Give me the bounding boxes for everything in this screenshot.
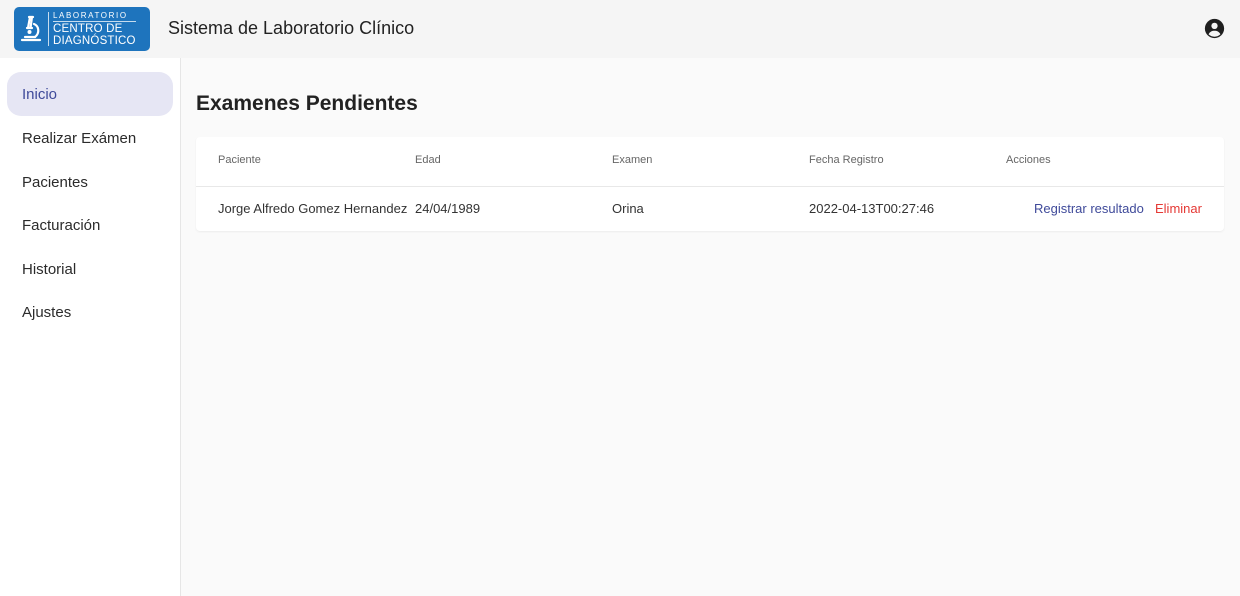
sidebar-item-label: Historial (22, 260, 77, 278)
table-row: Jorge Alfredo Gomez Hernandez 24/04/1989… (196, 187, 1224, 231)
column-header-examen: Examen (612, 154, 653, 166)
column-header-acciones: Acciones (1006, 154, 1051, 166)
microscope-icon (14, 7, 48, 51)
logo-wordmark: LABORATORIO CENTRO DE DIAGNÓSTICO (48, 11, 136, 47)
register-result-button[interactable]: Registrar resultado (1034, 201, 1144, 216)
sidebar-item-ajustes[interactable]: Ajustes (7, 290, 173, 334)
logo-text-diagnostico: DIAGNÓSTICO (53, 35, 136, 47)
column-header-edad: Edad (415, 154, 441, 166)
pending-exams-table: Paciente Edad Examen Fecha Registro Acci… (196, 137, 1224, 231)
account-circle-icon[interactable] (1204, 18, 1225, 39)
logo-text-centro: CENTRO DE (53, 23, 123, 35)
sidebar-item-label: Pacientes (22, 173, 88, 191)
sidebar-item-facturacion[interactable]: Facturación (7, 203, 173, 247)
cell-edad: 24/04/1989 (415, 201, 481, 216)
lab-logo[interactable]: LABORATORIO CENTRO DE DIAGNÓSTICO (14, 7, 150, 51)
sidebar-item-label: Realizar Exámen (22, 129, 137, 147)
cell-examen: Orina (612, 201, 644, 216)
sidebar-item-label: Facturación (22, 216, 101, 234)
top-app-bar: LABORATORIO CENTRO DE DIAGNÓSTICO Sistem… (0, 0, 1240, 58)
sidebar-item-inicio[interactable]: Inicio (7, 72, 173, 116)
logo-text-laboratorio: LABORATORIO (53, 11, 136, 22)
sidebar-nav: Inicio Realizar Exámen Pacientes Factura… (0, 58, 181, 596)
column-header-fecha-registro: Fecha Registro (809, 154, 884, 166)
app-title: Sistema de Laboratorio Clínico (168, 18, 415, 38)
delete-button[interactable]: Eliminar (1155, 201, 1202, 216)
sidebar-item-historial[interactable]: Historial (7, 247, 173, 291)
cell-paciente: Jorge Alfredo Gomez Hernandez (218, 201, 408, 216)
sidebar-item-pacientes[interactable]: Pacientes (7, 160, 173, 204)
sidebar-item-label: Inicio (22, 85, 58, 103)
column-header-paciente: Paciente (218, 154, 261, 166)
page-title: Examenes Pendientes (196, 92, 418, 115)
sidebar-item-label: Ajustes (22, 303, 72, 321)
cell-fecha-registro: 2022-04-13T00:27:46 (809, 201, 935, 216)
sidebar-item-realizar-examen[interactable]: Realizar Exámen (7, 116, 173, 160)
table-header-row: Paciente Edad Examen Fecha Registro Acci… (196, 137, 1224, 187)
